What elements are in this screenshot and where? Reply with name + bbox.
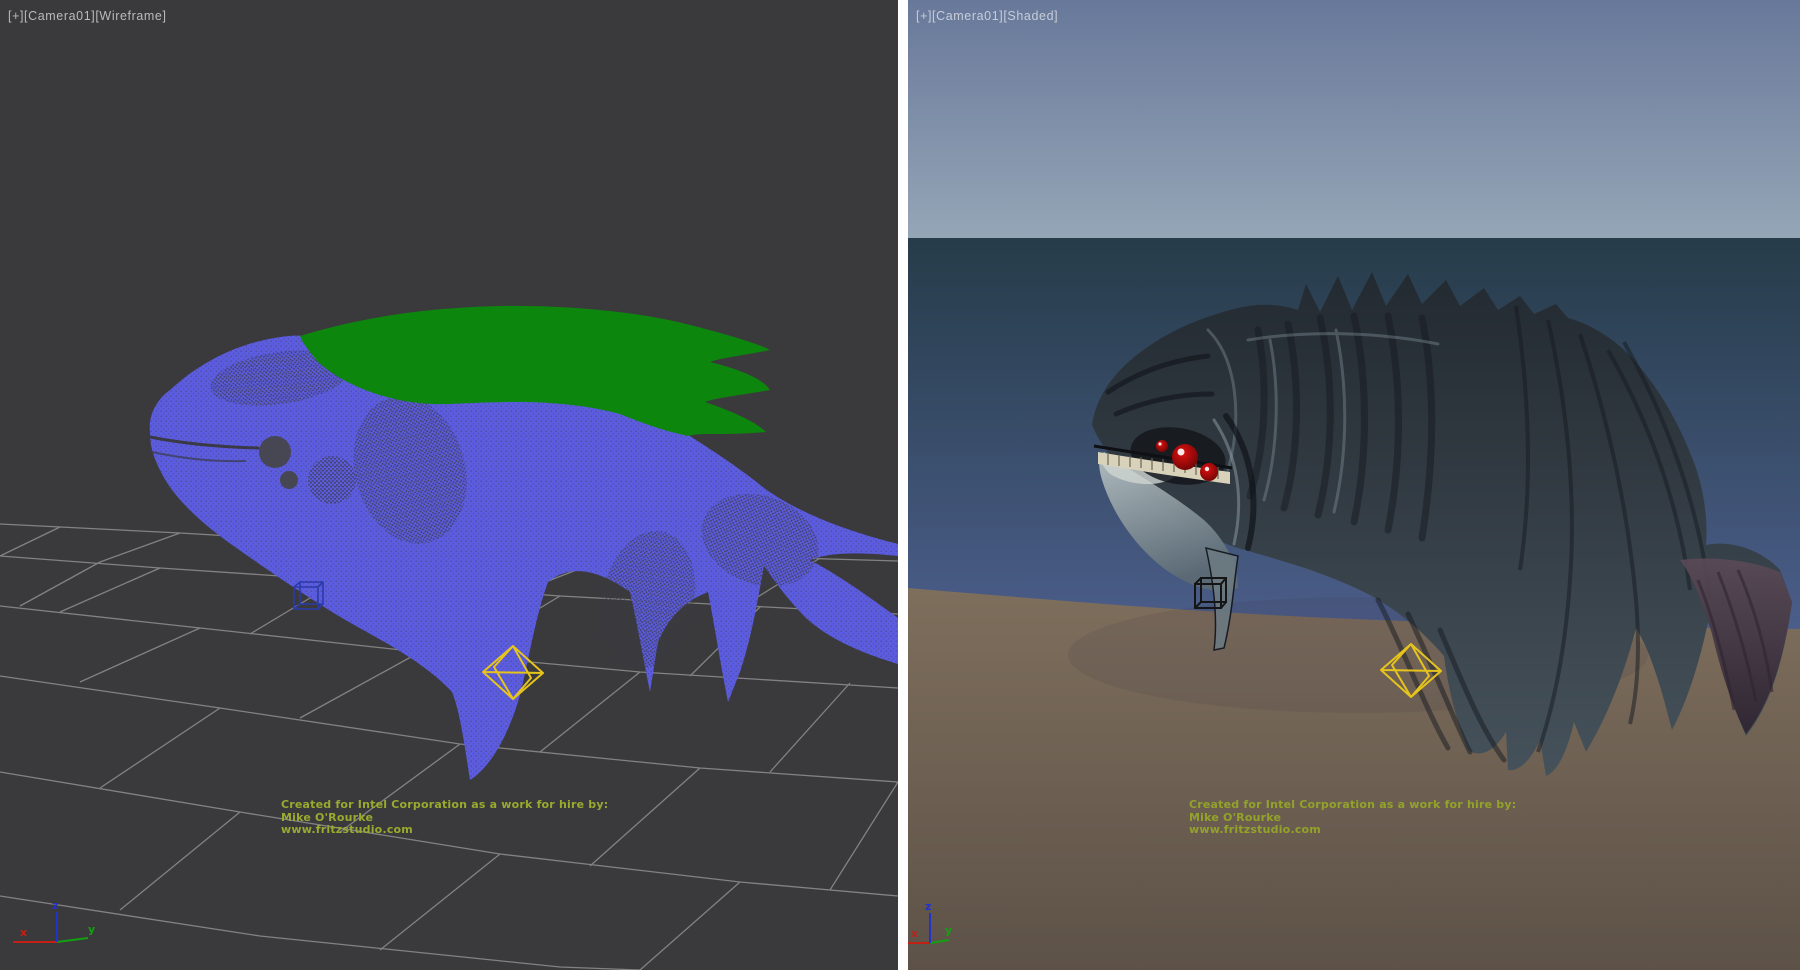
viewport-shaded-canvas[interactable]: Created for Intel Corporation as a work …: [908, 0, 1800, 970]
axis-x-label: x: [911, 927, 918, 940]
watermark-line-3: www.fritzstudio.com: [1189, 823, 1321, 836]
viewport-wireframe-canvas[interactable]: Created for Intel Corporation as a work …: [0, 0, 898, 970]
watermark-line-3: www.fritzstudio.com: [281, 823, 413, 836]
axis-y-label: y: [945, 924, 952, 937]
viewport-wireframe[interactable]: Created for Intel Corporation as a work …: [0, 0, 898, 970]
eye-highlight: [1178, 449, 1185, 456]
viewport-label-shaded[interactable]: [+][Camera01][Shaded]: [916, 9, 1058, 23]
eye-highlight: [1158, 442, 1161, 445]
watermark-line-1: Created for Intel Corporation as a work …: [281, 798, 608, 811]
axis-x-label: x: [20, 926, 27, 939]
fish-eye-sphere-stippled: [308, 456, 356, 504]
viewport-label-wireframe[interactable]: [+][Camera01][Wireframe]: [8, 9, 167, 23]
viewport-shaded[interactable]: Created for Intel Corporation as a work …: [908, 0, 1800, 970]
axis-z-label: z: [925, 900, 931, 913]
sky: [908, 0, 1800, 238]
watermark-line-1: Created for Intel Corporation as a work …: [1189, 798, 1516, 811]
axis-y-label: y: [88, 923, 95, 936]
eye-highlight: [1205, 467, 1209, 471]
axis-z-label: z: [52, 899, 58, 912]
